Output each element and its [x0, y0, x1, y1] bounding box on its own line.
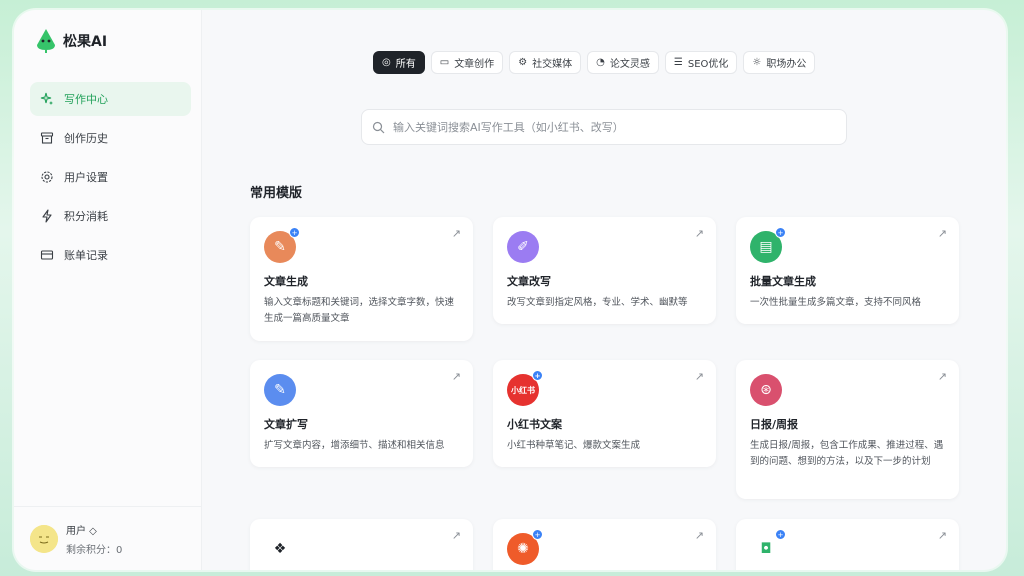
gear-icon: ⚙	[518, 56, 528, 68]
lightning-icon	[40, 209, 54, 223]
plus-badge-icon: +	[775, 227, 786, 238]
main-content: ◎ 所有 ▭ 文章创作 ⚙ 社交媒体 ◔ 论文灵感 ☰ SEO优化 ☼ 职场办公	[202, 10, 1006, 570]
sidebar-item-history[interactable]: 创作历史	[30, 121, 191, 155]
template-card[interactable]: ◘ + ↗	[736, 519, 959, 570]
brand[interactable]: 松果AI	[35, 28, 107, 54]
arrow-up-right-icon[interactable]: ↗	[938, 227, 947, 240]
card-description: 输入文章标题和关键词，选择文章字数，快速生成一篇高质量文章	[264, 297, 455, 324]
arrow-up-right-icon[interactable]: ↗	[452, 227, 461, 240]
card-description: 小红书种草笔记、爆款文案生成	[507, 440, 641, 451]
plus-badge-icon: +	[532, 529, 543, 540]
edit-pencil-icon: ✐	[507, 231, 539, 263]
sidebar-nav: 写作中心 创作历史 用户设置 积分消耗 账单记录	[30, 82, 191, 277]
template-card-daily-weekly-report[interactable]: ⊛ ↗ 日报/周报 生成日报/周报，包含工作成果、推进过程、遇到的问题、想到的方…	[736, 360, 959, 499]
magic-pen-icon: ✎	[264, 374, 296, 406]
sun-burst-icon: ✺ +	[507, 529, 543, 565]
template-card-article-expand[interactable]: ✎ ↗ 文章扩写 扩写文章内容，增添细节、描述和相关信息	[250, 360, 473, 467]
plus-badge-icon: +	[775, 529, 786, 540]
sidebar-item-label: 创作历史	[64, 132, 108, 145]
card-title: 文章改写	[507, 275, 551, 288]
xiaohongshu-logo-icon: 小红书 +	[507, 370, 543, 406]
tab-office[interactable]: ☼ 职场办公	[743, 51, 816, 74]
app-window: 松果AI 写作中心 创作历史 用户设置 积分消耗 账单记录 用户 ◇ 剩余积分：…	[14, 10, 1006, 570]
card-description: 生成日报/周报，包含工作成果、推进过程、遇到的问题、想到的方法，以及下一步的计划	[750, 440, 944, 467]
report-icon: ⊛	[750, 374, 782, 406]
remaining-points: 剩余积分：0	[66, 544, 123, 556]
category-tabs: ◎ 所有 ▭ 文章创作 ⚙ 社交媒体 ◔ 论文灵感 ☰ SEO优化 ☼ 职场办公	[373, 51, 816, 74]
square-frame-icon: ◘ +	[750, 529, 786, 565]
tab-article-creation[interactable]: ▭ 文章创作	[430, 51, 504, 74]
sidebar-item-writing-center[interactable]: 写作中心	[30, 82, 191, 116]
card-description: 改写文章到指定风格，专业、学术、幽默等	[507, 297, 688, 308]
sidebar-item-label: 账单记录	[64, 249, 108, 262]
brand-name: 松果AI	[63, 34, 108, 50]
template-card[interactable]: ✺ + ↗	[493, 519, 716, 570]
tab-label: 社交媒体	[532, 59, 573, 70]
document-stack-icon: ▤ +	[750, 227, 786, 263]
card-title: 文章生成	[264, 275, 308, 288]
card-description: 扩写文章内容，增添细节、描述和相关信息	[264, 440, 445, 451]
pinecone-logo	[37, 29, 55, 53]
gear-icon	[40, 170, 54, 184]
tab-label: SEO优化	[687, 59, 729, 70]
user-name: 用户 ◇	[66, 525, 97, 537]
tab-label: 职场办公	[766, 59, 807, 70]
arrow-up-right-icon[interactable]: ↗	[695, 227, 704, 240]
list-icon: ☰	[673, 56, 683, 68]
tab-all[interactable]: ◎ 所有	[373, 51, 425, 74]
search-input[interactable]	[393, 120, 833, 134]
sidebar-item-label: 用户设置	[64, 171, 108, 184]
plus-badge-icon: +	[289, 227, 300, 238]
sidebar: 松果AI 写作中心 创作历史 用户设置 积分消耗 账单记录 用户 ◇ 剩余积分：…	[14, 10, 202, 570]
arrow-up-right-icon[interactable]: ↗	[452, 529, 461, 542]
pen-nib-icon: ✎ +	[264, 227, 300, 263]
tab-paper-inspiration[interactable]: ◔ 论文灵感	[587, 51, 659, 74]
card-icon	[40, 248, 54, 262]
section-title: 常用模版	[250, 186, 303, 201]
search-bar	[361, 109, 847, 145]
archive-icon	[40, 131, 54, 145]
smile-avatar-icon	[30, 524, 58, 553]
tab-seo[interactable]: ☰ SEO优化	[664, 51, 738, 74]
sparkle-icon	[40, 92, 54, 106]
sidebar-item-billing[interactable]: 账单记录	[30, 238, 191, 272]
tab-social-media[interactable]: ⚙ 社交媒体	[509, 51, 582, 74]
arrow-up-right-icon[interactable]: ↗	[938, 370, 947, 383]
template-card-article-rewrite[interactable]: ✐ ↗ 文章改写 改写文章到指定风格，专业、学术、幽默等	[493, 217, 716, 324]
template-card-article-generate[interactable]: ✎ + ↗ 文章生成 输入文章标题和关键词，选择文章字数，快速生成一篇高质量文章	[250, 217, 473, 341]
arrow-up-right-icon[interactable]: ↗	[452, 370, 461, 383]
card-title: 文章扩写	[264, 418, 308, 431]
plus-badge-icon: +	[532, 370, 543, 381]
template-card-xiaohongshu[interactable]: 小红书 + ↗ 小红书文案 小红书种草笔记、爆款文案生成	[493, 360, 716, 467]
card-title: 小红书文案	[507, 418, 562, 431]
tab-label: 所有	[395, 59, 416, 70]
sun-icon: ☼	[752, 56, 762, 68]
tab-label: 文章创作	[454, 59, 495, 70]
arrow-up-right-icon[interactable]: ↗	[695, 529, 704, 542]
sidebar-item-user-settings[interactable]: 用户设置	[30, 160, 191, 194]
card-title: 日报/周报	[750, 418, 799, 431]
card-title: 批量文章生成	[750, 275, 816, 288]
arrow-up-right-icon[interactable]: ↗	[695, 370, 704, 383]
avatar	[30, 524, 58, 553]
tab-label: 论文灵感	[609, 59, 650, 70]
diamond-grid-icon: ❖	[264, 533, 296, 565]
user-profile[interactable]: 用户 ◇ 剩余积分：0	[14, 506, 202, 570]
circles-icon: ◔	[596, 56, 605, 68]
search-icon	[372, 121, 385, 133]
target-icon: ◎	[382, 56, 391, 68]
sidebar-item-label: 积分消耗	[64, 210, 108, 223]
sidebar-item-points[interactable]: 积分消耗	[30, 199, 191, 233]
sidebar-item-label: 写作中心	[64, 93, 108, 106]
card-description: 一次性批量生成多篇文章，支持不同风格	[750, 297, 922, 308]
folder-icon: ▭	[439, 56, 450, 68]
template-card-batch-generate[interactable]: ▤ + ↗ 批量文章生成 一次性批量生成多篇文章，支持不同风格	[736, 217, 959, 324]
arrow-up-right-icon[interactable]: ↗	[938, 529, 947, 542]
template-card[interactable]: ❖ ↗	[250, 519, 473, 570]
